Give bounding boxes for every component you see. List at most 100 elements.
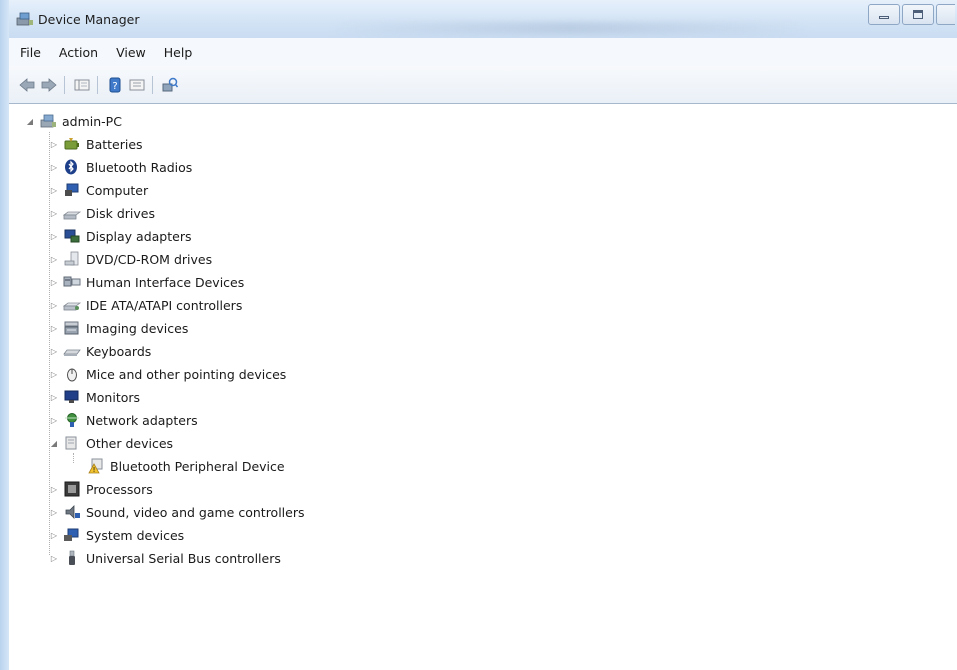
tree-item-label: Universal Serial Bus controllers <box>86 550 281 566</box>
tree-item-label: IDE ATA/ATAPI controllers <box>86 297 243 313</box>
tree-root-node[interactable]: ◢ admin-PC <box>25 111 122 131</box>
tree-item-label: Processors <box>86 481 153 497</box>
properties-button[interactable] <box>127 75 147 95</box>
scan-hardware-button[interactable] <box>160 75 180 95</box>
expand-arrow-icon[interactable]: ▷ <box>49 392 59 402</box>
tree-item-monitors[interactable]: ▷ Monitors <box>49 387 140 407</box>
tree-item-batteries[interactable]: ▷ Batteries <box>49 134 143 154</box>
expand-arrow-icon[interactable]: ▷ <box>49 369 59 379</box>
tree-item-system-devices[interactable]: ▷ System devices <box>49 525 184 545</box>
computer-root-icon <box>40 114 56 128</box>
toolbar-separator <box>152 75 153 94</box>
expand-arrow-icon[interactable]: ▷ <box>49 185 59 195</box>
show-hide-tree-icon <box>74 79 90 90</box>
expand-arrow-icon[interactable]: ▷ <box>49 507 59 517</box>
tree-item-display-adapters[interactable]: ▷ Display adapters <box>49 226 192 246</box>
expand-arrow-icon[interactable]: ▷ <box>49 346 59 356</box>
help-button[interactable]: ? <box>105 75 125 95</box>
computer-icon <box>65 183 79 196</box>
network-adapter-icon <box>65 413 79 427</box>
tree-item-keyboards[interactable]: ▷ Keyboards <box>49 341 151 361</box>
help-icon: ? <box>109 77 121 92</box>
hid-icon <box>63 276 81 287</box>
other-devices-icon <box>65 436 77 450</box>
collapse-arrow-icon[interactable]: ◢ <box>49 438 59 448</box>
minimize-button[interactable] <box>868 4 900 25</box>
tree-item-computer[interactable]: ▷ Computer <box>49 180 148 200</box>
tree-item-other-devices[interactable]: ◢ Other devices <box>49 433 173 453</box>
tree-item-mice[interactable]: ▷ Mice and other pointing devices <box>49 364 286 384</box>
title-bar[interactable]: Device Manager <box>0 0 957 38</box>
tree-item-ide-controllers[interactable]: ▷ IDE ATA/ATAPI controllers <box>49 295 242 315</box>
svg-text:!: ! <box>93 466 96 474</box>
expand-arrow-icon[interactable]: ▷ <box>49 254 59 264</box>
monitor-icon <box>64 390 79 403</box>
toolbar: ? <box>9 66 957 104</box>
tree-item-imaging-devices[interactable]: ▷ Imaging devices <box>49 318 188 338</box>
expand-arrow-icon[interactable]: ▷ <box>49 139 59 149</box>
expand-arrow-icon[interactable]: ▷ <box>49 553 59 563</box>
tree-item-usb-controllers[interactable]: ▷ Universal Serial Bus controllers <box>49 548 281 568</box>
expand-arrow-icon[interactable]: ▷ <box>49 208 59 218</box>
tree-item-label: Disk drives <box>86 205 155 221</box>
keyboard-icon <box>63 349 81 356</box>
warning-device-icon: ! <box>88 458 103 474</box>
tree-item-processors[interactable]: ▷ Processors <box>49 479 153 499</box>
expand-arrow-icon[interactable]: ▷ <box>49 277 59 287</box>
expand-arrow-icon[interactable]: ▷ <box>49 231 59 241</box>
toolbar-separator <box>97 75 98 94</box>
tree-item-label: Sound, video and game controllers <box>86 504 305 520</box>
show-hide-tree-button[interactable] <box>72 75 92 95</box>
tree-item-label: Bluetooth Peripheral Device <box>110 458 285 474</box>
minimize-icon <box>879 16 889 19</box>
tree-item-sound-video-game[interactable]: ▷ Sound, video and game controllers <box>49 502 305 522</box>
menu-file[interactable]: File <box>13 45 48 60</box>
tree-item-dvd-cd-rom-drives[interactable]: ▷ DVD/CD-ROM drives <box>49 249 212 269</box>
close-button[interactable] <box>936 4 955 25</box>
battery-icon <box>64 138 79 150</box>
bluetooth-icon <box>65 159 77 175</box>
mouse-icon <box>67 368 77 382</box>
window-controls <box>868 4 955 25</box>
expand-arrow-icon[interactable]: ▷ <box>49 323 59 333</box>
usb-icon <box>69 550 75 565</box>
tree-item-network-adapters[interactable]: ▷ Network adapters <box>49 410 198 430</box>
maximize-button[interactable] <box>902 4 934 25</box>
forward-button[interactable] <box>39 75 59 95</box>
tree-item-label: Other devices <box>86 435 174 451</box>
tree-item-disk-drives[interactable]: ▷ Disk drives <box>49 203 155 223</box>
tree-item-label: Monitors <box>86 389 141 405</box>
system-devices-icon <box>64 528 79 541</box>
tree-item-human-interface-devices[interactable]: ▷ Human Interface Devices <box>49 272 244 292</box>
forward-icon <box>41 77 57 92</box>
processor-icon <box>64 481 80 497</box>
tree-item-label: Network adapters <box>86 412 198 428</box>
collapse-arrow-icon[interactable]: ◢ <box>25 116 35 126</box>
dvd-drive-icon <box>64 251 79 266</box>
expand-arrow-icon[interactable]: ▷ <box>49 162 59 172</box>
device-manager-app-icon <box>16 12 33 26</box>
tree-item-label: System devices <box>86 527 185 543</box>
tree-item-label: Imaging devices <box>86 320 189 336</box>
disk-drive-icon <box>63 211 81 220</box>
window-frame-left <box>0 0 9 670</box>
back-button[interactable] <box>17 75 37 95</box>
tree-item-label: DVD/CD-ROM drives <box>86 251 213 267</box>
expand-arrow-icon[interactable]: ▷ <box>49 484 59 494</box>
expand-arrow-icon[interactable]: ▷ <box>49 300 59 310</box>
expand-arrow-icon[interactable]: ▷ <box>49 415 59 425</box>
sound-icon <box>65 505 80 519</box>
tree-item-label: Computer <box>86 182 149 198</box>
expand-arrow-icon[interactable]: ▷ <box>49 530 59 540</box>
svg-text:?: ? <box>112 81 117 92</box>
ide-controller-icon <box>63 302 81 311</box>
menu-action[interactable]: Action <box>52 45 105 60</box>
imaging-device-icon <box>64 321 79 335</box>
menu-help[interactable]: Help <box>157 45 200 60</box>
tree-item-label: Keyboards <box>86 343 152 359</box>
tree-root-label: admin-PC <box>62 113 122 129</box>
tree-item-bluetooth-radios[interactable]: ▷ Bluetooth Radios <box>49 157 192 177</box>
tree-item-bluetooth-peripheral-device[interactable]: ! Bluetooth Peripheral Device <box>73 456 285 476</box>
menu-view[interactable]: View <box>109 45 153 60</box>
